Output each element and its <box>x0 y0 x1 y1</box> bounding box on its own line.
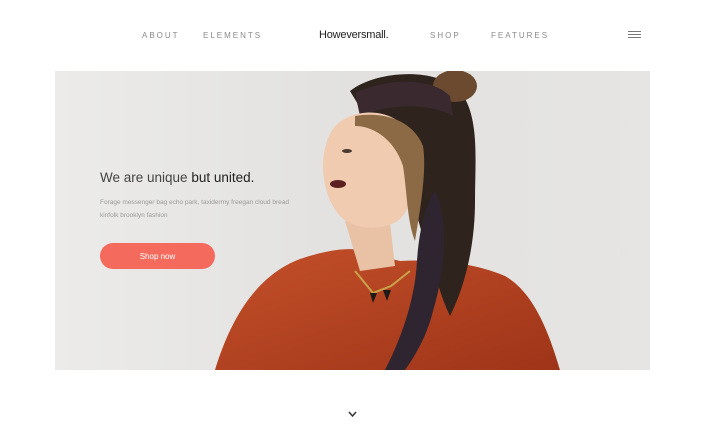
hero-banner: We are unique but united. Forage messeng… <box>55 71 650 370</box>
hero-headline: We are unique but united. <box>100 170 254 185</box>
chevron-down-icon[interactable] <box>347 406 358 418</box>
nav-link-elements[interactable]: ELEMENTS <box>203 31 262 40</box>
hero-subtext: Forage messenger bag echo park, taxiderm… <box>100 199 289 219</box>
top-navigation: ABOUT ELEMENTS Howeversmall. SHOP FEATUR… <box>0 0 706 72</box>
headline-regular: We are unique <box>100 170 192 185</box>
hamburger-menu-icon[interactable] <box>628 31 641 40</box>
headline-bold: but united. <box>191 170 255 185</box>
nav-link-shop[interactable]: SHOP <box>430 31 461 40</box>
site-logo[interactable]: Howeversmall. <box>319 29 389 41</box>
shop-now-button[interactable]: Shop now <box>100 243 215 269</box>
nav-link-about[interactable]: ABOUT <box>142 31 180 40</box>
nav-link-features[interactable]: FEATURES <box>491 31 549 40</box>
